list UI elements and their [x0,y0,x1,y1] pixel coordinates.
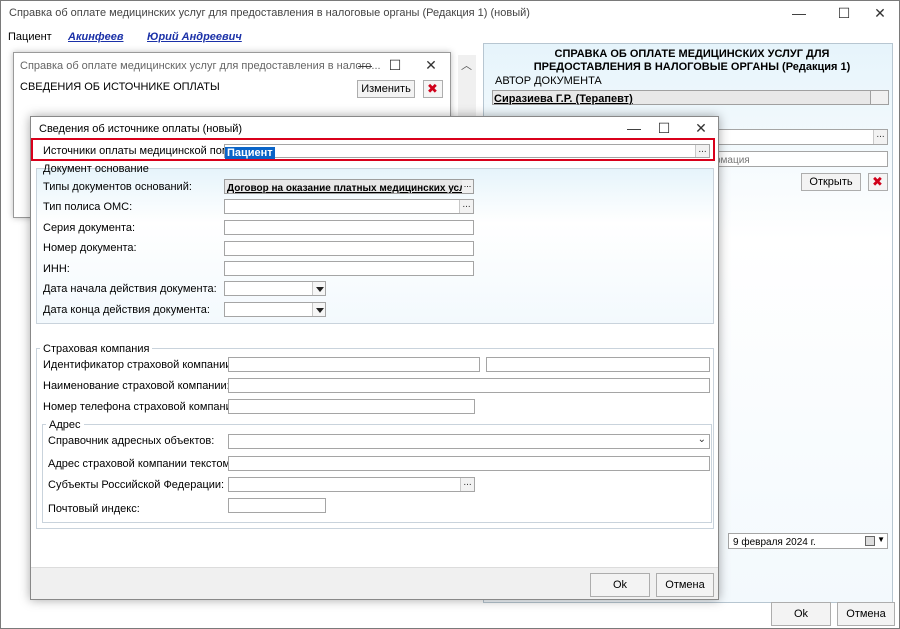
chevron-down-icon[interactable]: ▼ [877,535,885,544]
addr-text-label: Адрес страховой компании текстом: [48,458,234,470]
document-group-title: Документ основание [43,163,149,175]
addr-text-input[interactable] [228,456,710,471]
end-date-select[interactable] [224,302,326,317]
main-window-title: Справка об оплате медицинских услуг для … [9,7,530,19]
ins-phone-input[interactable] [228,399,475,414]
minimize-icon[interactable]: — [784,3,814,23]
scroll-up-icon[interactable]: ︿ [461,57,472,73]
calendar-icon[interactable] [865,536,875,546]
start-date-label: Дата начала действия документа: [43,283,217,295]
address-group-title: Адрес [46,419,84,431]
mid-window-title: Справка об оплате медицинских услуг для … [20,60,381,72]
patient-surname-link[interactable]: Акинфеев [68,31,124,43]
ellipsis-icon[interactable]: ... [460,478,474,491]
oms-type-input[interactable]: ... [224,199,474,214]
ins-name-input[interactable] [228,378,710,393]
patient-label: Пациент [8,31,52,43]
ellipsis-icon[interactable]: ... [873,130,887,144]
close-icon[interactable]: ✕ [686,118,716,138]
series-input[interactable] [224,220,474,235]
subjects-input[interactable]: ... [228,477,475,492]
ellipsis-icon[interactable]: ... [462,180,473,193]
patient-name-link[interactable]: Юрий Андреевич [147,31,242,43]
subjects-label: Субъекты Российской Федерации: [48,479,225,491]
dialog-ok-button[interactable]: Ok [590,573,650,597]
insurance-group-title: Страховая компания [40,343,153,355]
addr-ref-label: Справочник адресных объектов: [48,435,215,447]
close-icon[interactable]: ✕ [865,3,895,23]
edit-button[interactable]: Изменить [357,80,415,98]
ellipsis-icon[interactable]: ... [459,200,473,213]
number-label: Номер документа: [43,242,137,254]
addr-ref-select[interactable]: ⌄ [228,434,710,449]
maximize-icon[interactable]: ☐ [649,118,679,138]
maximize-icon[interactable]: ☐ [380,55,410,75]
chevron-down-icon[interactable] [312,303,325,316]
author-dropdown-button[interactable] [870,91,888,104]
doc-types-label: Типы документов оснований: [43,181,192,193]
payment-source-dialog: Сведения об источнике оплаты (новый) — ☐… [30,116,719,600]
oms-type-label: Тип полиса ОМС: [43,201,133,213]
right-lookup-input[interactable]: ... [711,129,888,145]
doc-types-value: Договор на оказание платных медицинских … [227,183,471,194]
ins-id-extra-input[interactable] [486,357,710,372]
delete-icon[interactable] [868,173,888,191]
dialog-title: Сведения об источнике оплаты (новый) [39,123,243,135]
maximize-icon[interactable]: ☐ [829,3,859,23]
source-label: Источники оплаты медицинской помощи: [43,145,254,157]
minimize-icon[interactable]: — [619,118,649,138]
number-input[interactable] [224,241,474,256]
right-panel-heading: СПРАВКА ОБ ОПЛАТЕ МЕДИЦИНСКИХ УСЛУГ ДЛЯ … [533,48,851,73]
ins-phone-label: Номер телефона страховой компании: [43,401,241,413]
main-ok-button[interactable]: Ok [771,602,831,626]
series-label: Серия документа: [43,222,136,234]
start-date-select[interactable] [224,281,326,296]
dialog-cancel-button[interactable]: Отмена [656,573,714,597]
delete-icon[interactable] [423,80,443,98]
chevron-down-icon[interactable]: ⌄ [698,434,706,445]
close-icon[interactable]: ✕ [416,55,446,75]
source-input[interactable]: Пациент ... [224,144,710,159]
chevron-down-icon[interactable] [312,282,325,295]
open-button[interactable]: Открыть [801,173,861,191]
ins-id-input[interactable] [228,357,480,372]
author-value: Сиразиева Г.Р. (Терапевт) [494,93,633,105]
inn-label: ИНН: [43,263,70,275]
end-date-label: Дата конца действия документа: [43,304,210,316]
main-cancel-button[interactable]: Отмена [837,602,895,626]
inn-input[interactable] [224,261,474,276]
author-field[interactable]: Сиразиева Г.Р. (Терапевт) [492,90,889,105]
ins-id-label: Идентификатор страховой компании: [43,359,235,371]
info-input[interactable]: рмация [711,151,888,167]
postal-input[interactable] [228,498,326,513]
section-label: СВЕДЕНИЯ ОБ ИСТОЧНИКЕ ОПЛАТЫ [20,81,220,93]
postal-label: Почтовый индекс: [48,503,140,515]
source-value: Пациент [225,147,275,159]
ins-name-label: Наименование страховой компании: [43,380,230,392]
date-input[interactable]: 9 февраля 2024 г. ▼ [728,533,888,549]
ellipsis-icon[interactable]: ... [695,145,709,157]
minimize-icon[interactable]: — [350,55,380,75]
author-label: АВТОР ДОКУМЕНТА [495,75,602,87]
doc-types-field[interactable]: Договор на оказание платных медицинских … [224,179,474,194]
date-value: 9 февраля 2024 г. [733,537,816,548]
